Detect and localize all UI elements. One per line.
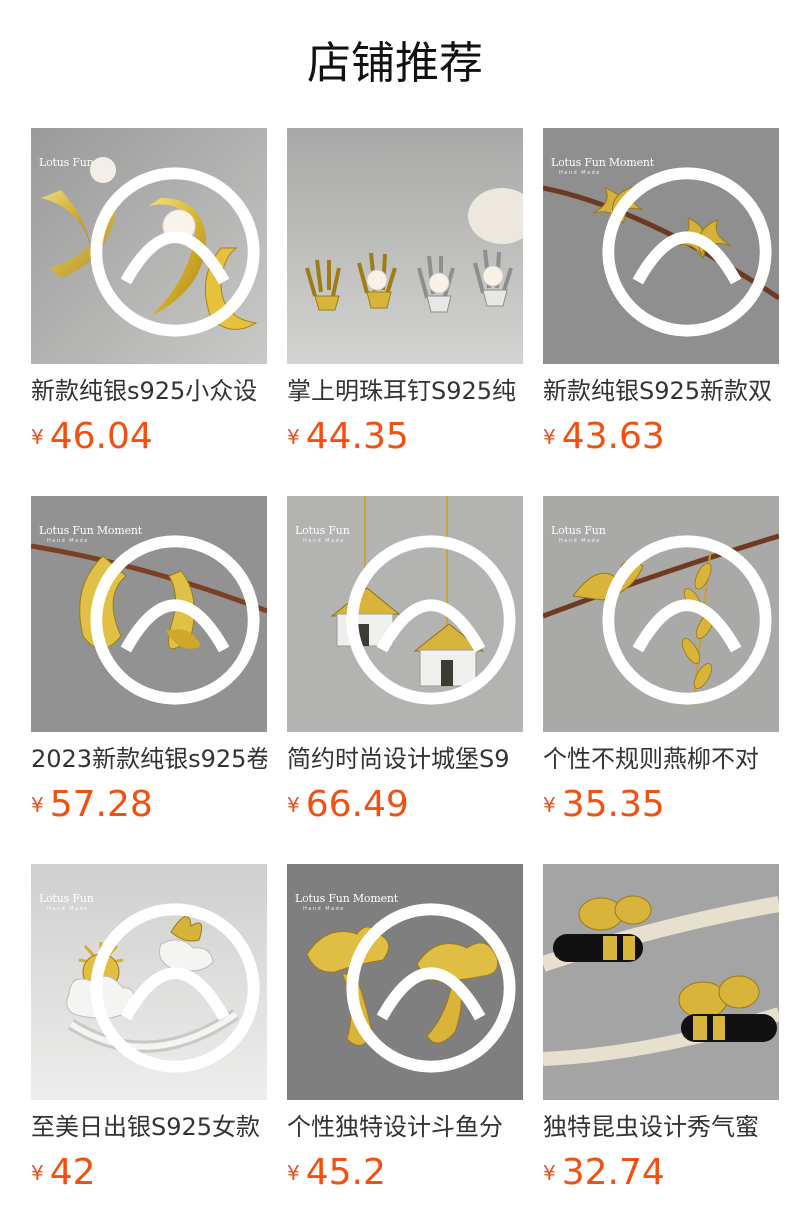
product-title[interactable]: 简约时尚设计城堡S9 bbox=[287, 742, 523, 776]
product-price: ¥66.49 bbox=[287, 782, 409, 828]
price-value: 45.2 bbox=[305, 1152, 386, 1193]
product-price: ¥32.74 bbox=[543, 1150, 665, 1196]
currency-symbol: ¥ bbox=[31, 425, 44, 449]
brand-logo: Lotus Fun Hand Made bbox=[551, 502, 772, 705]
bee-earrings-icon bbox=[543, 864, 779, 1100]
product-price: ¥43.63 bbox=[543, 414, 665, 460]
product-image[interactable]: Lotus Fun Moment Hand Made bbox=[287, 864, 523, 1100]
brand-logo: Lotus Fun Hand Made bbox=[295, 502, 516, 705]
product-title[interactable]: 独特昆虫设计秀气蜜 bbox=[543, 1110, 779, 1144]
currency-symbol: ¥ bbox=[543, 1161, 556, 1185]
price-value: 43.63 bbox=[561, 416, 665, 457]
currency-symbol: ¥ bbox=[31, 793, 44, 817]
product-title[interactable]: 掌上明珠耳钉S925纯 bbox=[287, 374, 523, 408]
currency-symbol: ¥ bbox=[31, 1161, 44, 1185]
product-card[interactable]: Lotus Fun Hand Made 简约时尚设计城堡S9 ¥66.49 bbox=[287, 496, 523, 836]
currency-symbol: ¥ bbox=[287, 1161, 300, 1185]
product-price: ¥45.2 bbox=[287, 1150, 386, 1196]
product-image[interactable] bbox=[287, 128, 523, 364]
product-card[interactable]: Lotus Fun Hand Made 个性不规则燕柳不对 ¥35.35 bbox=[543, 496, 779, 836]
product-image[interactable] bbox=[543, 864, 779, 1100]
product-image[interactable]: Lotus Fun Moment Hand Made bbox=[543, 128, 779, 364]
price-value: 66.49 bbox=[305, 784, 409, 825]
product-price: ¥42 bbox=[31, 1150, 96, 1196]
brand-logo: Lotus Fun Moment Hand Made bbox=[551, 134, 772, 337]
product-image[interactable]: Lotus Fun Moment Hand Made bbox=[31, 496, 267, 732]
product-image[interactable]: Lotus Fun Hand Made bbox=[287, 496, 523, 732]
brand-logo: Lotus Fun bbox=[39, 134, 260, 337]
product-price: ¥35.35 bbox=[543, 782, 665, 828]
page-title: 店铺推荐 bbox=[307, 38, 483, 89]
product-title[interactable]: 个性独特设计斗鱼分 bbox=[287, 1110, 523, 1144]
price-value: 32.74 bbox=[561, 1152, 665, 1193]
product-title[interactable]: 2023新款纯银s925卷 bbox=[31, 742, 267, 776]
hand-pearl-earrings-icon bbox=[287, 128, 523, 364]
currency-symbol: ¥ bbox=[287, 425, 300, 449]
product-image[interactable]: Lotus Fun bbox=[31, 128, 267, 364]
price-value: 46.04 bbox=[49, 416, 153, 457]
price-value: 35.35 bbox=[561, 784, 665, 825]
price-value: 57.28 bbox=[49, 784, 153, 825]
product-card[interactable]: 掌上明珠耳钉S925纯 ¥44.35 bbox=[287, 128, 523, 468]
product-price: ¥57.28 bbox=[31, 782, 153, 828]
product-card[interactable]: 独特昆虫设计秀气蜜 ¥32.74 bbox=[543, 864, 779, 1204]
product-title[interactable]: 新款纯银s925小众设 bbox=[31, 374, 267, 408]
price-value: 44.35 bbox=[305, 416, 409, 457]
currency-symbol: ¥ bbox=[543, 425, 556, 449]
product-card[interactable]: Lotus Fun 新款纯银s925小众设 ¥46.04 bbox=[31, 128, 267, 468]
currency-symbol: ¥ bbox=[287, 793, 300, 817]
product-price: ¥46.04 bbox=[31, 414, 153, 460]
product-price: ¥44.35 bbox=[287, 414, 409, 460]
product-image[interactable]: Lotus Fun Hand Made bbox=[31, 864, 267, 1100]
product-title[interactable]: 至美日出银S925女款 bbox=[31, 1110, 267, 1144]
product-card[interactable]: Lotus Fun Hand Made 至美日出银S925女款 ¥42 bbox=[31, 864, 267, 1204]
product-title[interactable]: 个性不规则燕柳不对 bbox=[543, 742, 779, 776]
brand-logo: Lotus Fun Hand Made bbox=[39, 870, 260, 1073]
product-card[interactable]: Lotus Fun Moment Hand Made 个性独特设计斗鱼分 ¥45… bbox=[287, 864, 523, 1204]
price-value: 42 bbox=[49, 1152, 96, 1193]
product-card[interactable]: Lotus Fun Moment Hand Made 新款纯银S925新款双 ¥… bbox=[543, 128, 779, 468]
product-image[interactable]: Lotus Fun Hand Made bbox=[543, 496, 779, 732]
currency-symbol: ¥ bbox=[543, 793, 556, 817]
product-card[interactable]: Lotus Fun Moment Hand Made 2023新款纯银s925卷… bbox=[31, 496, 267, 836]
product-title[interactable]: 新款纯银S925新款双 bbox=[543, 374, 779, 408]
brand-logo: Lotus Fun Moment Hand Made bbox=[295, 870, 516, 1073]
brand-logo: Lotus Fun Moment Hand Made bbox=[39, 502, 260, 705]
